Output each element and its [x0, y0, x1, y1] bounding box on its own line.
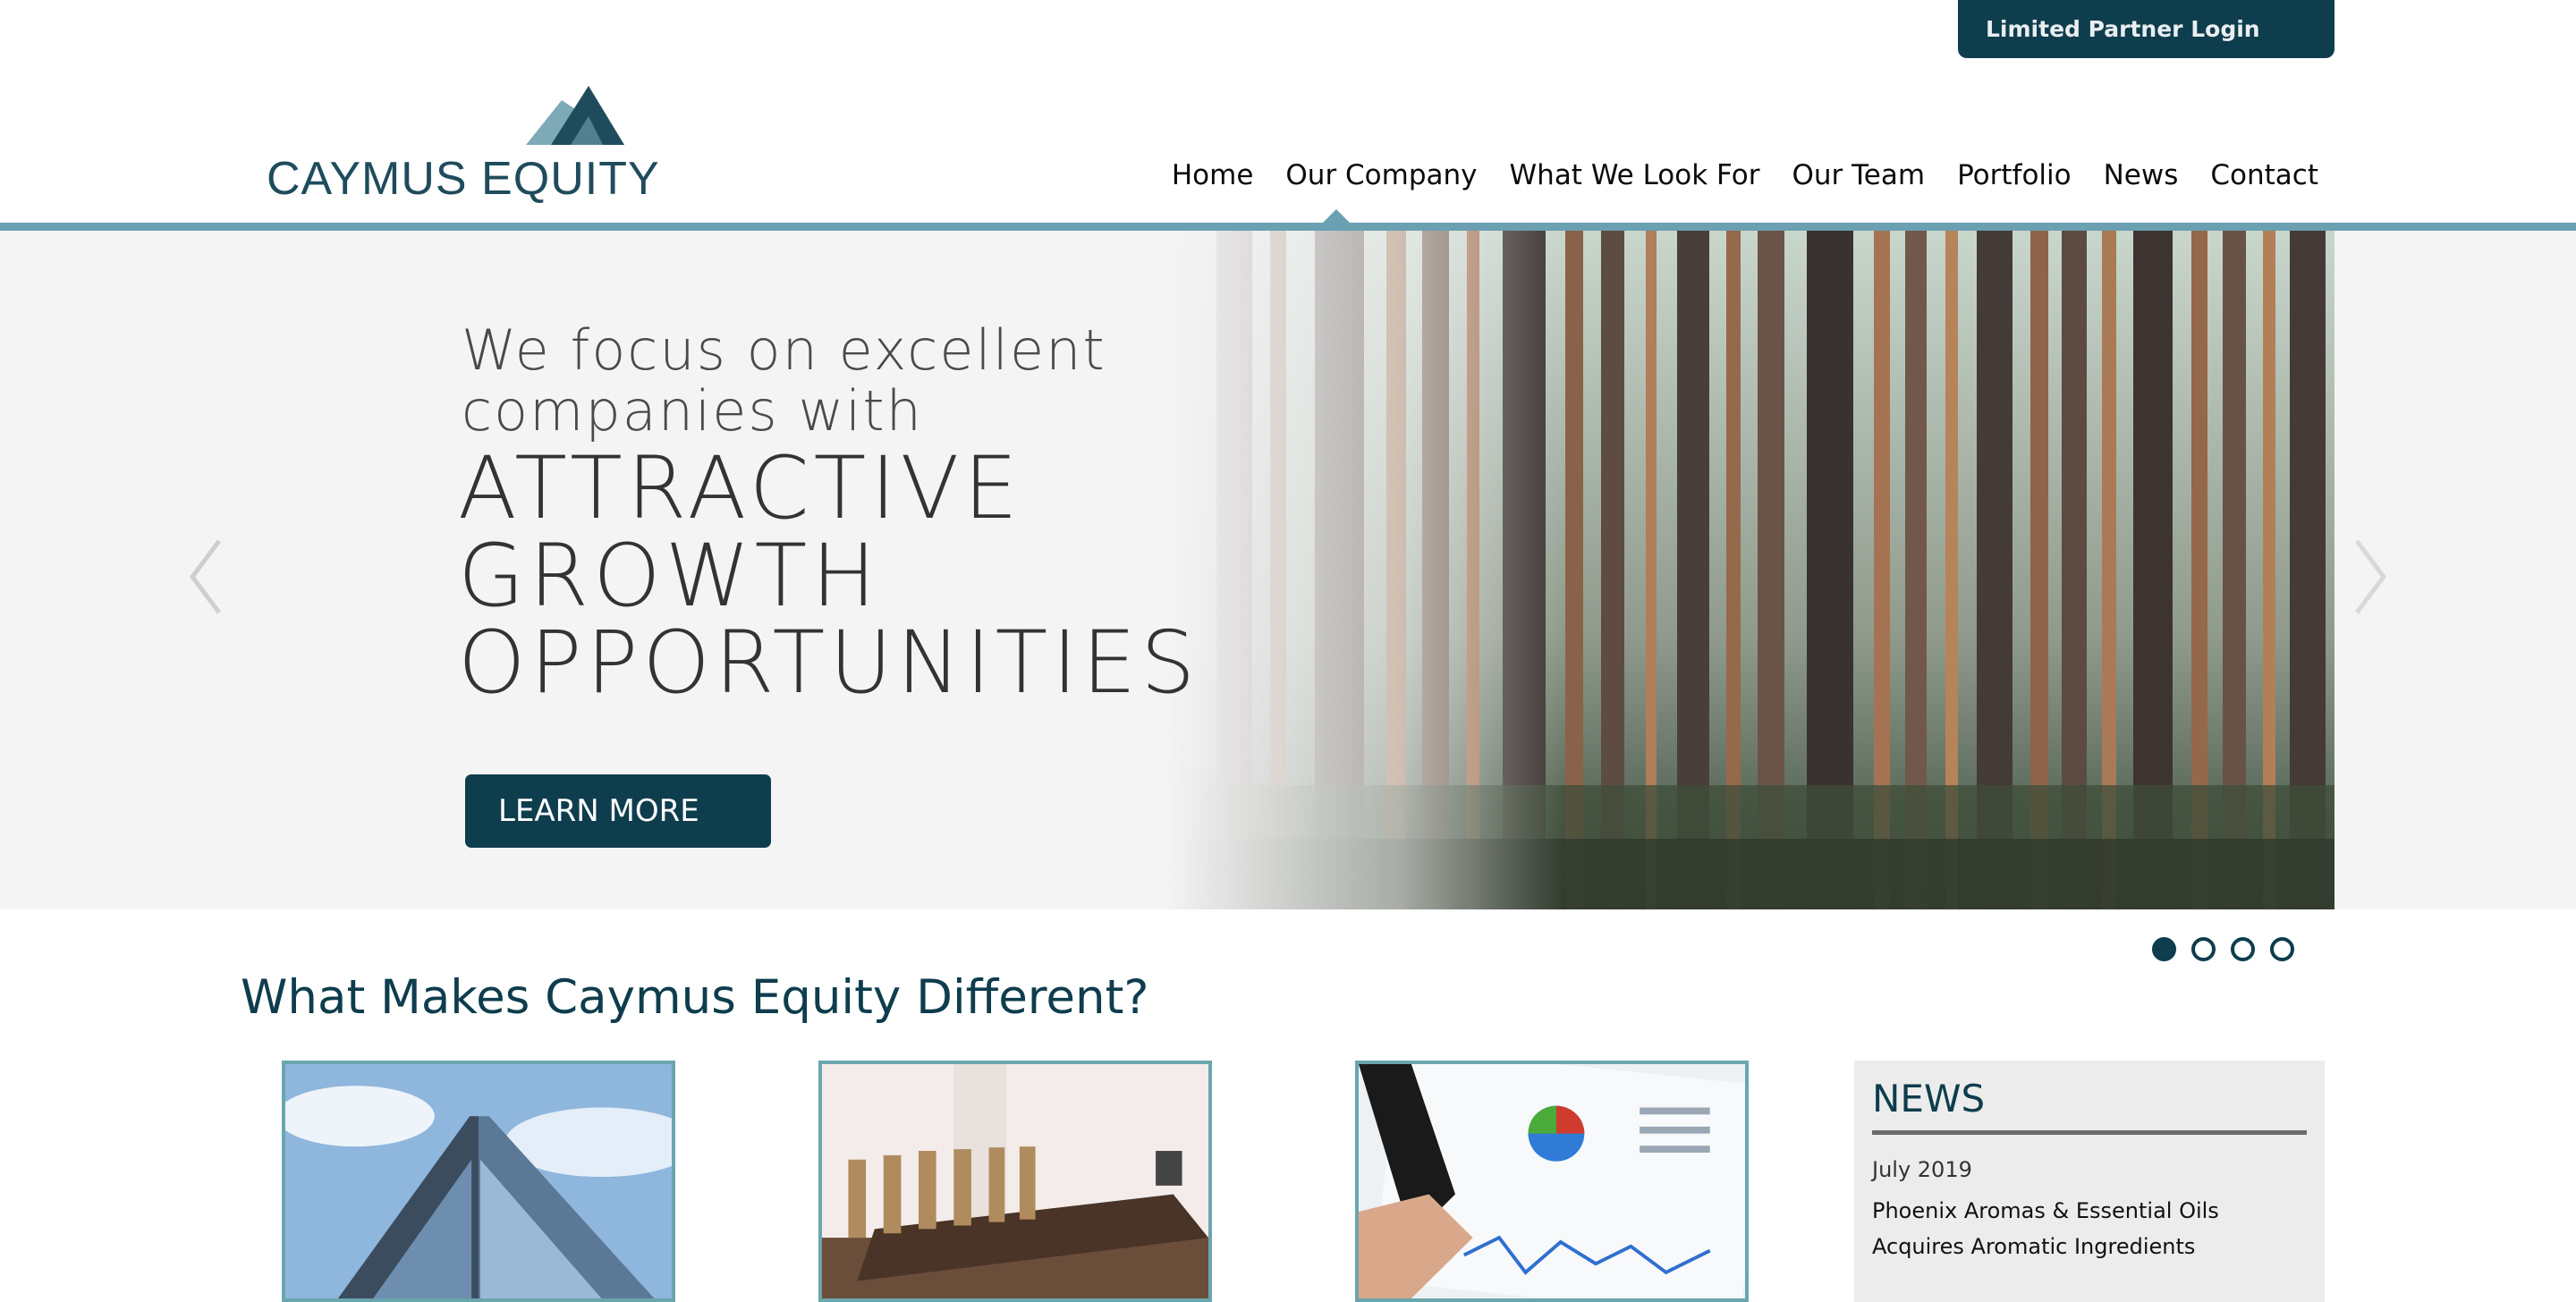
hero-headline-2: GROWTH: [458, 526, 881, 626]
nav-item-our-team[interactable]: Our Team: [1775, 159, 1941, 191]
hero-slider: [0, 231, 2334, 909]
card-analytics-image[interactable]: [1355, 1061, 1749, 1302]
forest-image: [0, 231, 2334, 909]
limited-partner-login-button[interactable]: Limited Partner Login: [1958, 0, 2334, 58]
news-title: NEWS: [1872, 1077, 1986, 1120]
slider-dot-3[interactable]: [2231, 937, 2255, 961]
learn-more-button[interactable]: LEARN MORE: [465, 774, 771, 848]
nav-item-contact[interactable]: Contact: [2194, 159, 2318, 191]
hero-headline-1: ATTRACTIVE: [458, 438, 1022, 538]
nav-active-indicator: [1322, 209, 1351, 224]
nav-underline-bar: [0, 223, 2576, 231]
main-nav: Home Our Company What We Look For Our Te…: [1156, 159, 2318, 191]
news-headline-link[interactable]: Phoenix Aromas & Essential Oils Acquires…: [1872, 1193, 2310, 1264]
nav-item-news[interactable]: News: [2088, 159, 2195, 191]
chevron-right-icon[interactable]: [2348, 537, 2393, 617]
nav-item-what-we-look-for[interactable]: What We Look For: [1494, 159, 1776, 191]
hero-headline-3: OPPORTUNITIES: [458, 613, 1200, 713]
hero-text-line-2: companies with: [462, 378, 923, 444]
nav-item-portfolio[interactable]: Portfolio: [1941, 159, 2088, 191]
nav-item-our-company[interactable]: Our Company: [1269, 159, 1493, 191]
news-date: July 2019: [1872, 1157, 1972, 1182]
section-title: What Makes Caymus Equity Different?: [241, 970, 1149, 1025]
slider-dot-4[interactable]: [2270, 937, 2294, 961]
slider-dot-1[interactable]: [2152, 937, 2176, 961]
nav-item-home[interactable]: Home: [1156, 159, 1270, 191]
logo-wordmark: CAYMUS EQUITY: [267, 153, 660, 205]
hero-text-line-1: We focus on excellent: [462, 317, 1106, 383]
chevron-left-icon[interactable]: [183, 537, 228, 617]
slider-dot-2[interactable]: [2191, 937, 2216, 961]
news-panel: NEWS July 2019 Phoenix Aromas & Essentia…: [1854, 1061, 2325, 1302]
caymus-equity-logo[interactable]: CAYMUS EQUITY: [267, 82, 678, 205]
card-building-image[interactable]: [282, 1061, 675, 1302]
news-divider: [1872, 1130, 2307, 1135]
slider-dots: [2152, 937, 2294, 961]
card-boardroom-image[interactable]: [818, 1061, 1212, 1302]
